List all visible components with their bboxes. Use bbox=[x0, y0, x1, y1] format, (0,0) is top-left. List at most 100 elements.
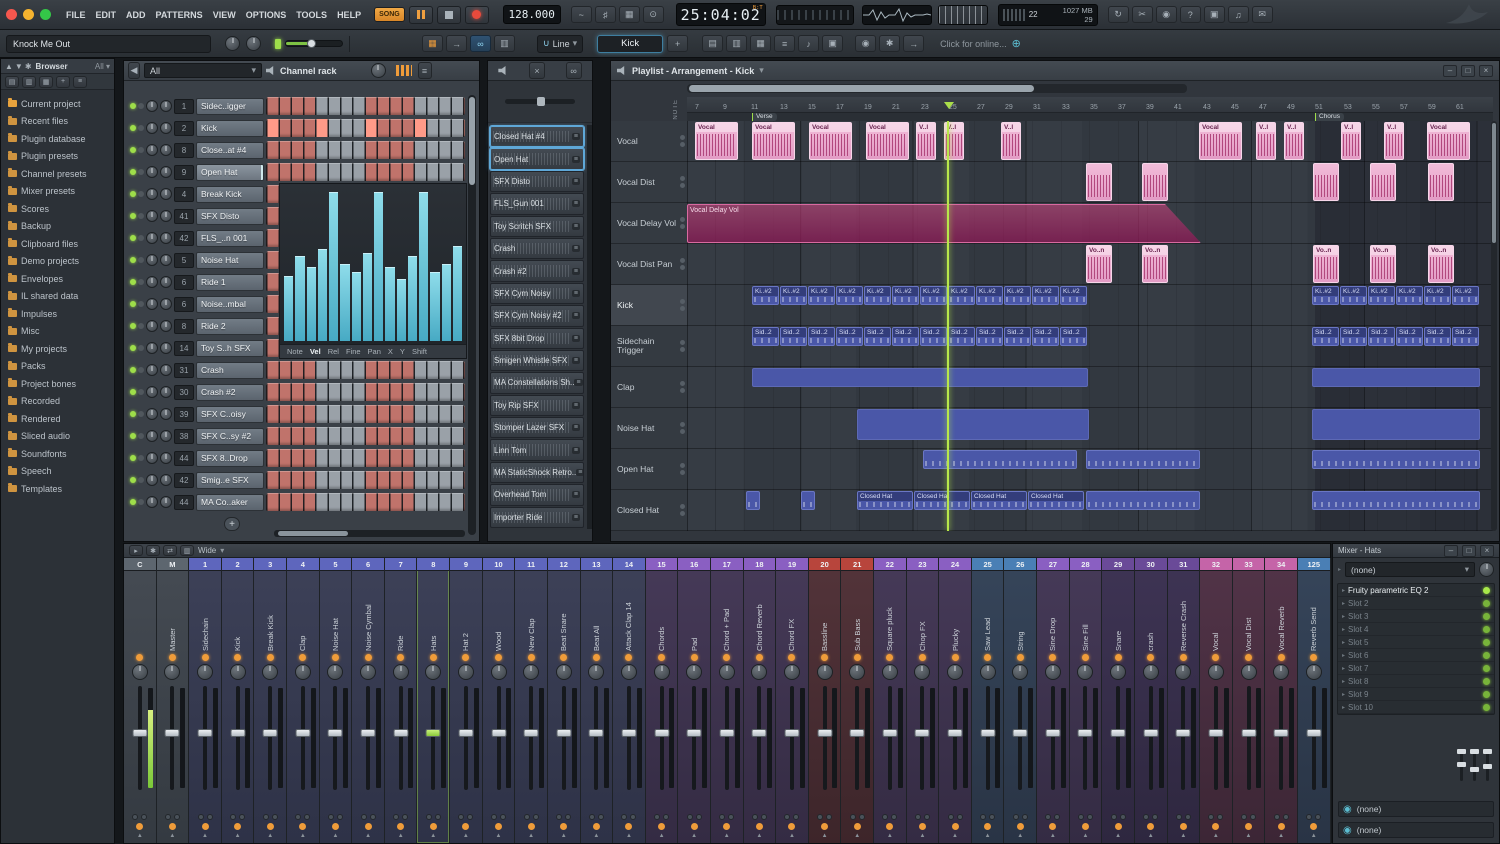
picker-item[interactable]: FLS_Gun 001 ≡ bbox=[490, 193, 584, 214]
browser-filter-dropdown[interactable]: All ▾ bbox=[95, 62, 110, 71]
mixer-strip-number[interactable]: 5 bbox=[320, 558, 352, 571]
channel-enable-led[interactable] bbox=[130, 455, 136, 461]
channel-mute-led[interactable] bbox=[138, 257, 144, 263]
strip-volume-fader[interactable] bbox=[385, 684, 417, 792]
strip-volume-fader[interactable] bbox=[320, 684, 352, 792]
playlist-clip[interactable]: Sid..2 bbox=[948, 327, 975, 346]
strip-mute-led[interactable] bbox=[625, 654, 632, 661]
mixer-strip[interactable]: 11 New Clap ▲ bbox=[515, 558, 548, 843]
playlist-clip[interactable]: Vo..n bbox=[1313, 245, 1339, 283]
playlist-track-header[interactable]: Vocal Dist Pan bbox=[611, 244, 687, 285]
mixer-strip-number[interactable]: 6 bbox=[352, 558, 384, 571]
strip-pan-knob[interactable] bbox=[230, 664, 246, 680]
mixer-strip-number[interactable]: 125 bbox=[1298, 558, 1330, 571]
channel-mute-led[interactable] bbox=[138, 455, 144, 461]
stereo-left-led[interactable] bbox=[915, 814, 921, 820]
fader-handle[interactable] bbox=[263, 729, 278, 737]
stereo-left-led[interactable] bbox=[426, 814, 432, 820]
playlist-clip[interactable]: Sid..2 bbox=[1060, 327, 1087, 346]
strip-link-led[interactable] bbox=[1049, 823, 1056, 830]
velocity-bar[interactable] bbox=[397, 279, 406, 341]
playlist-clip[interactable]: V..l bbox=[1256, 122, 1276, 160]
playlist-track-header[interactable]: Noise Hat bbox=[611, 408, 687, 449]
channel-name-button[interactable]: SFX C..oisy bbox=[196, 406, 264, 423]
stereo-left-led[interactable] bbox=[784, 814, 790, 820]
mixer-strip-number[interactable]: 15 bbox=[646, 558, 678, 571]
oscillator-icon[interactable]: ~ bbox=[571, 6, 592, 23]
mixer-strip-number[interactable]: 19 bbox=[776, 558, 808, 571]
track-led[interactable] bbox=[680, 176, 685, 181]
playlist-clip[interactable]: Sid..2 bbox=[1032, 327, 1059, 346]
stereo-right-led[interactable] bbox=[1315, 814, 1321, 820]
strip-pan-knob[interactable] bbox=[1273, 664, 1289, 680]
channel-pan-knob[interactable] bbox=[146, 100, 158, 112]
playlist-clip[interactable]: Closed Hat bbox=[971, 491, 1027, 510]
picker-item[interactable]: SFX Cym Noisy ≡ bbox=[490, 283, 584, 304]
track-led[interactable] bbox=[680, 504, 685, 509]
playlist-maximize-icon[interactable]: □ bbox=[1461, 65, 1475, 77]
mixer-layout-mode[interactable]: Wide bbox=[198, 546, 216, 555]
strip-mute-led[interactable] bbox=[919, 654, 926, 661]
stereo-left-led[interactable] bbox=[752, 814, 758, 820]
graph-tab[interactable]: Y bbox=[400, 347, 405, 356]
channel-pan-knob[interactable] bbox=[146, 342, 158, 354]
online-hint[interactable]: Click for online... ⊕ bbox=[940, 37, 1021, 50]
channel-name-button[interactable]: Ride 2 bbox=[196, 318, 264, 335]
strip-pan-knob[interactable] bbox=[686, 664, 702, 680]
channel-pan-knob[interactable] bbox=[146, 298, 158, 310]
selected-slot-dropdown[interactable]: (none) ▾ bbox=[1345, 562, 1475, 577]
strip-volume-fader[interactable] bbox=[548, 684, 580, 792]
mixer-strip-number[interactable]: M bbox=[157, 558, 189, 571]
playlist-clip[interactable] bbox=[1086, 491, 1200, 510]
channel-pan-knob[interactable] bbox=[146, 144, 158, 156]
strip-volume-fader[interactable] bbox=[124, 684, 156, 792]
channel-enable-led[interactable] bbox=[130, 411, 136, 417]
strip-mute-led[interactable] bbox=[1310, 654, 1317, 661]
stereo-left-led[interactable] bbox=[687, 814, 693, 820]
pause-button[interactable] bbox=[409, 6, 433, 24]
browser-item[interactable]: IL shared data bbox=[1, 288, 114, 306]
channel-name-button[interactable]: Open Hat bbox=[196, 164, 264, 181]
strip-volume-fader[interactable] bbox=[711, 684, 743, 792]
strip-pan-knob[interactable] bbox=[1045, 664, 1061, 680]
playlist-vertical-scrollbar[interactable] bbox=[1491, 121, 1497, 531]
playlist-clip[interactable]: Vocal bbox=[1427, 122, 1470, 160]
stereo-left-led[interactable] bbox=[1143, 814, 1149, 820]
channel-mute-led[interactable] bbox=[138, 323, 144, 329]
mixer-strip[interactable]: 33 Vocal Dist ▲ bbox=[1233, 558, 1266, 843]
strip-link-led[interactable] bbox=[169, 823, 176, 830]
menu-item[interactable]: OPTIONS bbox=[245, 8, 288, 22]
playlist-clip[interactable]: Closed Hat bbox=[857, 491, 913, 510]
picker-item[interactable]: SFX 8bit Drop ≡ bbox=[490, 328, 584, 349]
channel-name-button[interactable]: Ride 1 bbox=[196, 274, 264, 291]
time-display[interactable]: 25:04:02 B:T bbox=[676, 3, 766, 26]
graph-tab[interactable]: Note bbox=[287, 347, 303, 356]
strip-link-led[interactable] bbox=[560, 823, 567, 830]
strip-volume-fader[interactable] bbox=[809, 684, 841, 792]
mixer-view-icon[interactable]: ≡ bbox=[774, 35, 795, 52]
stereo-left-led[interactable] bbox=[1274, 814, 1280, 820]
channel-pan-knob[interactable] bbox=[146, 364, 158, 376]
strip-pan-knob[interactable] bbox=[425, 664, 441, 680]
effect-slot[interactable]: ▸ Slot 3 bbox=[1338, 610, 1494, 623]
channel-enable-led[interactable] bbox=[130, 477, 136, 483]
strip-pan-knob[interactable] bbox=[132, 664, 148, 680]
mixer-strip[interactable]: 9 Hat 2 ▲ bbox=[450, 558, 483, 843]
slot-enable-led[interactable] bbox=[1483, 626, 1490, 633]
stereo-left-led[interactable] bbox=[328, 814, 334, 820]
channel-number[interactable]: 1 bbox=[174, 99, 194, 114]
refresh-icon[interactable]: ✱ bbox=[25, 62, 32, 71]
stereo-left-led[interactable] bbox=[165, 814, 171, 820]
stereo-left-led[interactable] bbox=[621, 814, 627, 820]
mixer-strip[interactable]: M Master ▲ bbox=[157, 558, 190, 843]
channel-number[interactable]: 2 bbox=[174, 121, 194, 136]
mixer-strip[interactable]: 30 crash ▲ bbox=[1135, 558, 1168, 843]
stereo-right-led[interactable] bbox=[467, 814, 473, 820]
playlist-track-header[interactable]: Closed Hat bbox=[611, 490, 687, 531]
stereo-left-led[interactable] bbox=[458, 814, 464, 820]
strip-volume-fader[interactable] bbox=[1004, 684, 1036, 792]
touch-controller-icon[interactable]: ▥ bbox=[494, 35, 515, 52]
channel-volume-knob[interactable] bbox=[160, 496, 172, 508]
playlist-clip[interactable]: Vocal bbox=[866, 122, 909, 160]
mixer-strip-number[interactable]: 29 bbox=[1102, 558, 1134, 571]
